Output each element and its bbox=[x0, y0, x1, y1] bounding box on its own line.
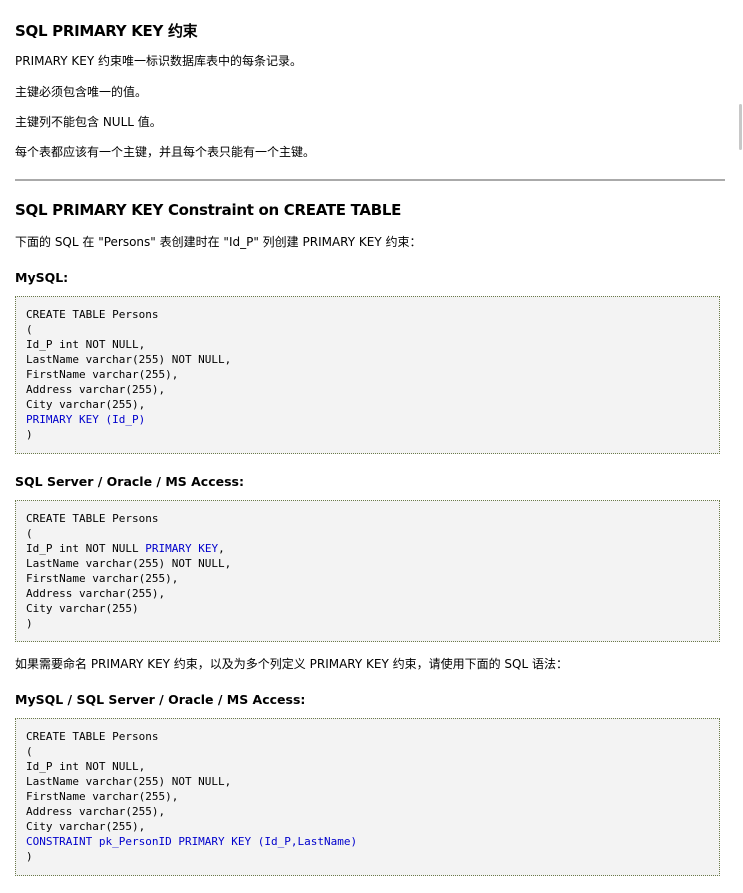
code-line: Id_P int NOT NULL, bbox=[26, 759, 709, 774]
code-text: Id_P int NOT NULL, bbox=[26, 338, 146, 351]
code-text: Address varchar(255), bbox=[26, 383, 166, 396]
code-text: , bbox=[218, 542, 225, 555]
code-line: ( bbox=[26, 744, 709, 759]
code-text: Address varchar(255), bbox=[26, 587, 166, 600]
code-text: ( bbox=[26, 527, 33, 540]
code-line: City varchar(255) bbox=[26, 601, 709, 616]
paragraph: 主键列不能包含 NULL 值。 bbox=[15, 115, 162, 129]
code-line: ( bbox=[26, 322, 709, 337]
code-text: ( bbox=[26, 323, 33, 336]
paragraph: 每个表都应该有一个主键，并且每个表只能有一个主键。 bbox=[15, 145, 316, 159]
code-block-mysql: CREATE TABLE Persons ( Id_P int NOT NULL, L… bbox=[15, 296, 720, 454]
code-text: FirstName varchar(255), bbox=[26, 790, 179, 803]
code-line: LastName varchar(255) NOT NULL, bbox=[26, 774, 709, 789]
paragraph: 主键必须包含唯一的值。 bbox=[15, 85, 148, 99]
code-text: City varchar(255), bbox=[26, 398, 146, 411]
code-text: ) bbox=[26, 850, 33, 863]
code-line: FirstName varchar(255), bbox=[26, 789, 709, 804]
code-text: CREATE TABLE Persons bbox=[26, 512, 159, 525]
all-db-heading: MySQL / SQL Server / Oracle / MS Access: bbox=[15, 692, 306, 707]
code-line: LastName varchar(255) NOT NULL, bbox=[26, 556, 709, 571]
code-keyword: CONSTRAINT pk_PersonID PRIMARY KEY (Id_P… bbox=[26, 835, 358, 848]
sqlserver-heading: SQL Server / Oracle / MS Access: bbox=[15, 474, 244, 489]
mysql-heading: MySQL: bbox=[15, 270, 69, 285]
paragraph: 如果需要命名 PRIMARY KEY 约束，以及为多个列定义 PRIMARY K… bbox=[15, 657, 568, 671]
code-line: Address varchar(255), bbox=[26, 804, 709, 819]
section-title: SQL PRIMARY KEY 约束 bbox=[15, 22, 198, 40]
scrollbar-thumb[interactable] bbox=[739, 104, 742, 150]
code-line: FirstName varchar(255), bbox=[26, 571, 709, 586]
code-line: CREATE TABLE Persons bbox=[26, 511, 709, 526]
code-text: LastName varchar(255) NOT NULL, bbox=[26, 353, 232, 366]
code-line: FirstName varchar(255), bbox=[26, 367, 709, 382]
code-text: CREATE TABLE Persons bbox=[26, 730, 159, 743]
paragraph: 下面的 SQL 在 "Persons" 表创建时在 "Id_P" 列创建 PRI… bbox=[15, 235, 422, 249]
code-line: City varchar(255), bbox=[26, 397, 709, 412]
code-text: FirstName varchar(255), bbox=[26, 572, 179, 585]
divider bbox=[15, 179, 725, 181]
code-line: ) bbox=[26, 616, 709, 631]
code-line: Id_P int NOT NULL PRIMARY KEY, bbox=[26, 541, 709, 556]
code-line: CREATE TABLE Persons bbox=[26, 729, 709, 744]
code-line: ( bbox=[26, 526, 709, 541]
paragraph: PRIMARY KEY 约束唯一标识数据库表中的每条记录。 bbox=[15, 54, 302, 68]
code-text: Address varchar(255), bbox=[26, 805, 166, 818]
code-text: LastName varchar(255) NOT NULL, bbox=[26, 557, 232, 570]
code-text: LastName varchar(255) NOT NULL, bbox=[26, 775, 232, 788]
code-text: Id_P int NOT NULL, bbox=[26, 760, 146, 773]
code-block-all: CREATE TABLE Persons ( Id_P int NOT NULL, L… bbox=[15, 718, 720, 876]
code-text: ( bbox=[26, 745, 33, 758]
code-keyword: PRIMARY KEY (Id_P) bbox=[26, 413, 146, 426]
code-line: LastName varchar(255) NOT NULL, bbox=[26, 352, 709, 367]
section-title: SQL PRIMARY KEY Constraint on CREATE TAB… bbox=[15, 201, 402, 219]
code-line: Id_P int NOT NULL, bbox=[26, 337, 709, 352]
code-line: PRIMARY KEY (Id_P) bbox=[26, 412, 709, 427]
code-text: FirstName varchar(255), bbox=[26, 368, 179, 381]
code-line: Address varchar(255), bbox=[26, 586, 709, 601]
scrollbar[interactable] bbox=[737, 0, 743, 893]
code-line: City varchar(255), bbox=[26, 819, 709, 834]
code-line: CONSTRAINT pk_PersonID PRIMARY KEY (Id_P… bbox=[26, 834, 709, 849]
code-text: Id_P int NOT NULL bbox=[26, 542, 146, 555]
code-text: ) bbox=[26, 428, 33, 441]
code-text: City varchar(255), bbox=[26, 820, 146, 833]
code-line: CREATE TABLE Persons bbox=[26, 307, 709, 322]
code-text: CREATE TABLE Persons bbox=[26, 308, 159, 321]
code-line: ) bbox=[26, 427, 709, 442]
code-text: City varchar(255) bbox=[26, 602, 139, 615]
code-line: ) bbox=[26, 849, 709, 864]
code-text: ) bbox=[26, 617, 33, 630]
code-line: Address varchar(255), bbox=[26, 382, 709, 397]
code-block-sqlserver: CREATE TABLE Persons(Id_P int NOT NULL P… bbox=[15, 500, 720, 642]
code-keyword: PRIMARY KEY bbox=[145, 542, 219, 555]
